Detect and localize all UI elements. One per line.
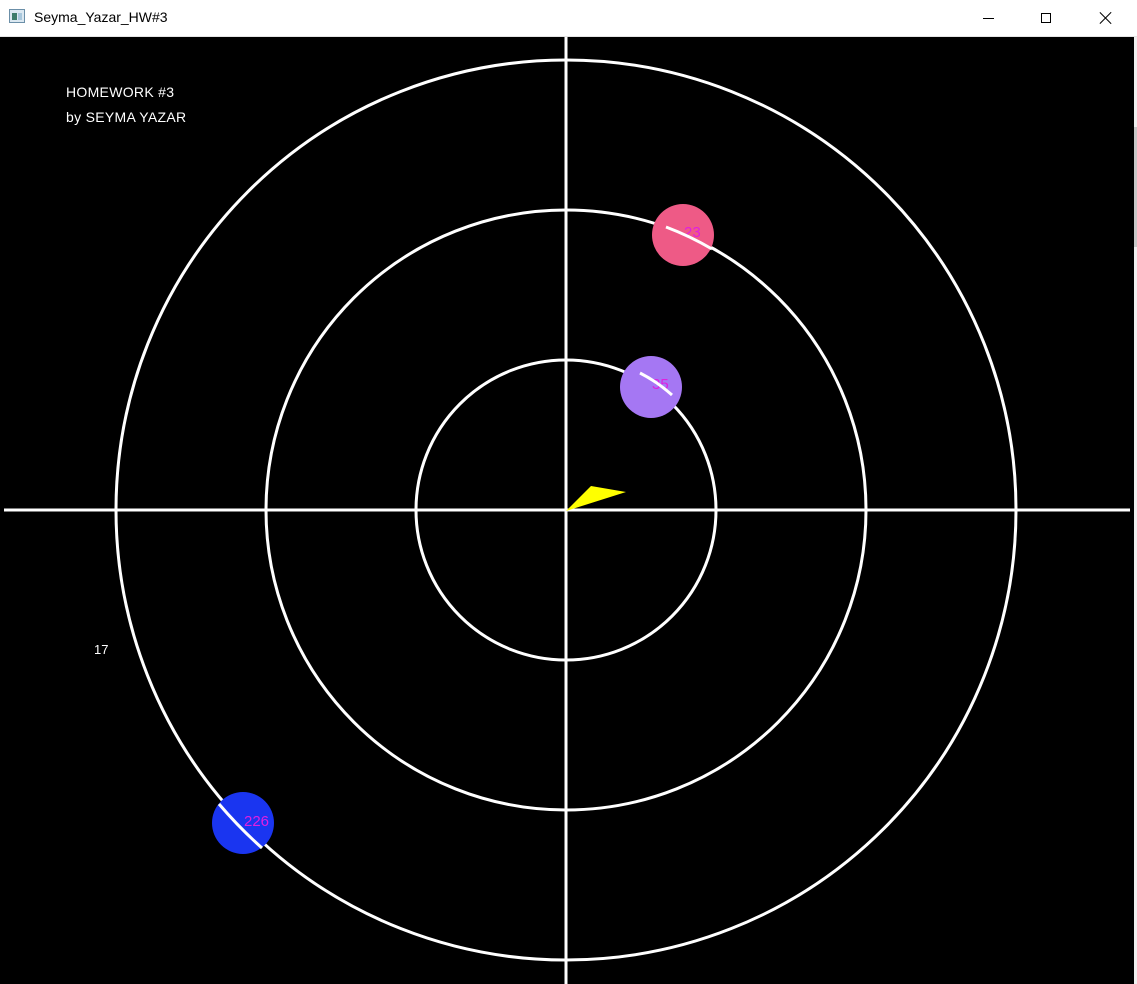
app-window: Seyma_Yazar_HW#3 23 35 226 HOMEWORK #3 b… <box>0 0 1137 984</box>
counter-text: 17 <box>94 642 109 657</box>
app-icon <box>9 9 25 23</box>
hud-title: HOMEWORK #3 <box>66 84 175 100</box>
window-title: Seyma_Yazar_HW#3 <box>34 9 168 25</box>
title-bar[interactable]: Seyma_Yazar_HW#3 <box>0 0 1137 37</box>
game-canvas[interactable]: 23 35 226 HOMEWORK #3 by SEYMA YAZAR 17 <box>0 37 1134 984</box>
minimize-button[interactable] <box>959 0 1017 36</box>
maximize-button[interactable] <box>1017 0 1075 36</box>
hud-author: by SEYMA YAZAR <box>66 109 187 125</box>
target-2[interactable]: 35 <box>620 356 682 418</box>
pointer-ship <box>566 486 626 511</box>
target-2-circle <box>620 356 682 418</box>
close-button[interactable] <box>1075 0 1137 36</box>
radar-display: 23 35 226 <box>4 37 1130 984</box>
close-icon <box>1099 11 1113 25</box>
maximize-icon <box>1041 13 1051 23</box>
target-3[interactable]: 226 <box>212 792 274 854</box>
target-3-label: 226 <box>244 813 269 830</box>
minimize-icon <box>982 17 994 19</box>
